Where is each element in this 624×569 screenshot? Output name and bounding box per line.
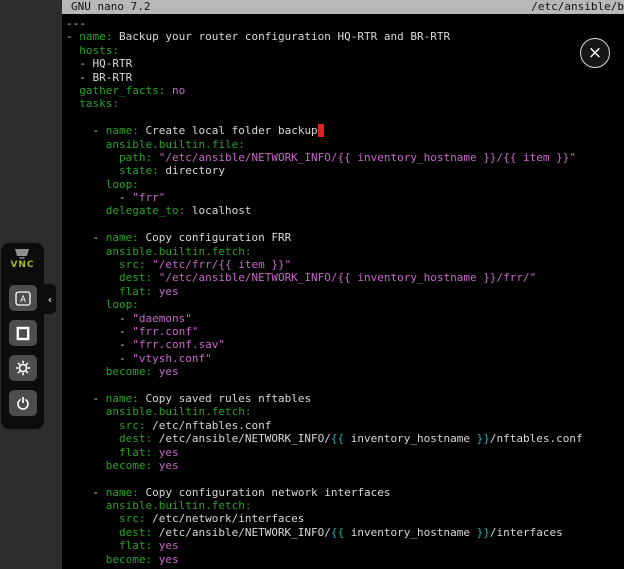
novnc-logo: VNC xyxy=(10,248,34,276)
editor-line: - name: Copy configuration FRR xyxy=(66,231,624,244)
file-path: /etc/ansible/b xyxy=(531,0,624,14)
editor-line: delegate_to: localhost xyxy=(66,204,624,217)
editor-line: dest: /etc/ansible/NETWORK_INFO/{{ inven… xyxy=(66,432,624,445)
editor-line: - BR-RTR xyxy=(66,71,624,84)
editor-line: ansible.builtin.fetch: xyxy=(66,499,624,512)
editor-line xyxy=(66,472,624,485)
fullscreen-button[interactable] xyxy=(9,320,37,346)
editor-line: tasks: xyxy=(66,97,624,110)
keyboard-button[interactable]: A xyxy=(9,285,37,311)
editor-line: ansible.builtin.fetch: xyxy=(66,405,624,418)
editor-line: --- xyxy=(66,17,624,30)
editor-line: loop: xyxy=(66,298,624,311)
editor-line: hosts: xyxy=(66,44,624,57)
editor-line: ansible.builtin.file: xyxy=(66,138,624,151)
editor-line: flat: yes xyxy=(66,539,624,552)
fullscreen-icon xyxy=(15,326,31,341)
editor-line: - name: Copy saved rules nftables xyxy=(66,392,624,405)
editor-line: flat: yes xyxy=(66,285,624,298)
editor-line: become: yes xyxy=(66,459,624,472)
editor-line: - name: Create local folder backup xyxy=(66,124,624,137)
close-button[interactable]: × xyxy=(580,38,610,68)
editor-line: become: yes xyxy=(66,553,624,566)
editor-line xyxy=(66,379,624,392)
editor-line: dest: /etc/ansible/NETWORK_INFO/{{ inven… xyxy=(66,526,624,539)
power-icon xyxy=(15,395,31,411)
gear-icon xyxy=(15,360,31,376)
vnc-sidebar: VNC A xyxy=(1,243,44,429)
keyboard-key-icon: A xyxy=(15,291,31,306)
editor-line xyxy=(66,218,624,231)
editor-line: ansible.builtin.fetch: xyxy=(66,245,624,258)
chevron-left-icon: ‹ xyxy=(48,293,53,306)
editor-line: state: directory xyxy=(66,164,624,177)
editor-line: loop: xyxy=(66,178,624,191)
sidebar-handle[interactable]: ‹ xyxy=(44,284,56,314)
close-icon: × xyxy=(588,45,602,62)
editor-line: - "frr.conf" xyxy=(66,325,624,338)
nano-titlebar: GNU nano 7.2 /etc/ansible/b xyxy=(62,0,624,14)
editor-line: path: "/etc/ansible/NETWORK_INFO/{{ inve… xyxy=(66,151,624,164)
editor-line: - name: Copy configuration network inter… xyxy=(66,486,624,499)
editor-line: src: /etc/network/interfaces xyxy=(66,512,624,525)
screen-icon xyxy=(13,248,31,260)
terminal-window[interactable]: GNU nano 7.2 /etc/ansible/b ---- name: B… xyxy=(62,0,624,569)
editor-line: src: "/etc/frr/{{ item }}" xyxy=(66,258,624,271)
editor-line: gather_facts: no xyxy=(66,84,624,97)
editor-line xyxy=(66,111,624,124)
editor-line: dest: "/etc/ansible/NETWORK_INFO/{{ inve… xyxy=(66,271,624,284)
settings-button[interactable] xyxy=(9,355,37,381)
editor-line: src: /etc/nftables.conf xyxy=(66,419,624,432)
editor-line: - "frr.conf.sav" xyxy=(66,338,624,351)
editor-line: - name: Backup your router configuration… xyxy=(66,30,624,43)
editor-content[interactable]: ---- name: Backup your router configurat… xyxy=(62,14,624,566)
editor-line: become: yes xyxy=(66,365,624,378)
editor-line: - "vtysh.conf" xyxy=(66,352,624,365)
editor-line: flat: yes xyxy=(66,446,624,459)
editor-line: - "daemons" xyxy=(66,312,624,325)
editor-line: - "frr" xyxy=(66,191,624,204)
novnc-logo-text: VNC xyxy=(10,260,34,270)
svg-text:A: A xyxy=(20,295,26,305)
editor-line: - HQ-RTR xyxy=(66,57,624,70)
app-title: GNU nano 7.2 xyxy=(71,0,150,14)
power-button[interactable] xyxy=(9,390,37,416)
